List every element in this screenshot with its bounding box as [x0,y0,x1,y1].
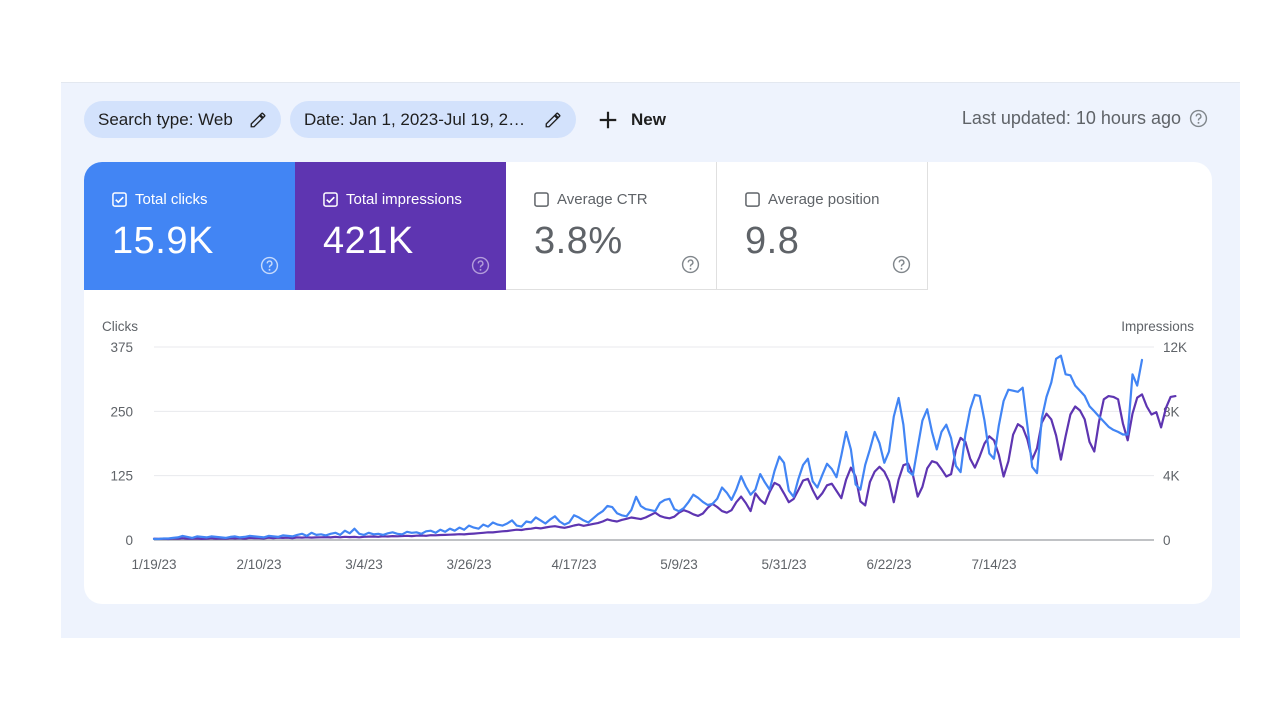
x-tick-label: 1/19/23 [131,557,176,572]
metric-total-clicks[interactable]: Total clicks 15.9K [84,162,295,290]
metric-total-impressions[interactable]: Total impressions 421K [295,162,506,290]
x-tick-label: 4/17/23 [551,557,596,572]
date-filter-label: Date: Jan 1, 2023-Jul 19, 2023 [304,109,532,129]
x-tick-label: 5/31/23 [762,557,807,572]
series-lines [152,354,1177,541]
help-icon[interactable] [260,256,279,275]
metric-label: Average CTR [557,191,648,208]
right-tick-label: 12K [1163,340,1187,355]
help-icon[interactable] [892,255,911,274]
date-filter-chip[interactable]: Date: Jan 1, 2023-Jul 19, 2023 [290,101,576,138]
new-filter-button[interactable]: New [597,104,666,136]
x-tick-label: 2/10/23 [236,557,281,572]
performance-chart: Clicks Impressions 0 0125 4K250 8K375 12K1/1… [102,319,1194,572]
plus-icon [599,111,617,129]
metric-label: Total clicks [135,191,208,208]
x-tick-label: 3/26/23 [446,557,491,572]
checkbox-checked-icon[interactable] [323,192,338,207]
x-tick-label: 7/14/23 [972,557,1017,572]
metric-average-ctr[interactable]: Average CTR 3.8% [506,162,717,290]
new-filter-label: New [631,110,666,129]
x-tick-label: 3/4/23 [345,557,383,572]
search-type-filter-chip[interactable]: Search type: Web [84,101,281,138]
x-tick-label: 5/9/23 [660,557,698,572]
x-tick-label: 6/22/23 [867,557,912,572]
metric-average-position[interactable]: Average position 9.8 [717,162,928,290]
impressions-series-line [152,393,1177,541]
performance-card: Total clicks 15.9K Total impressions 421… [84,162,1212,604]
help-icon[interactable] [1189,109,1208,128]
left-tick-label: 125 [110,469,133,484]
checkbox-checked-icon[interactable] [112,192,127,207]
left-axis-title: Clicks [102,319,138,334]
last-updated-text: Last updated: 10 hours ago [961,108,1181,128]
last-updated: Last updated: 10 hours ago [962,108,1208,129]
pencil-icon[interactable] [249,111,267,129]
left-tick-label: 0 [125,533,133,548]
clicks-series-line [152,354,1144,541]
left-tick-label: 250 [110,404,133,419]
metric-label: Total impressions [346,191,462,208]
right-tick-label: 0 [1163,533,1171,548]
help-icon[interactable] [681,255,700,274]
left-tick-label: 375 [110,340,133,355]
right-axis-title: Impressions [1121,319,1194,334]
metric-label: Average position [768,191,880,208]
search-type-filter-label: Search type: Web [98,109,233,129]
help-icon[interactable] [471,256,490,275]
checkbox-unchecked-icon[interactable] [534,192,549,207]
checkbox-unchecked-icon[interactable] [745,192,760,207]
pencil-icon[interactable] [544,111,562,129]
right-tick-label: 4K [1163,469,1180,484]
